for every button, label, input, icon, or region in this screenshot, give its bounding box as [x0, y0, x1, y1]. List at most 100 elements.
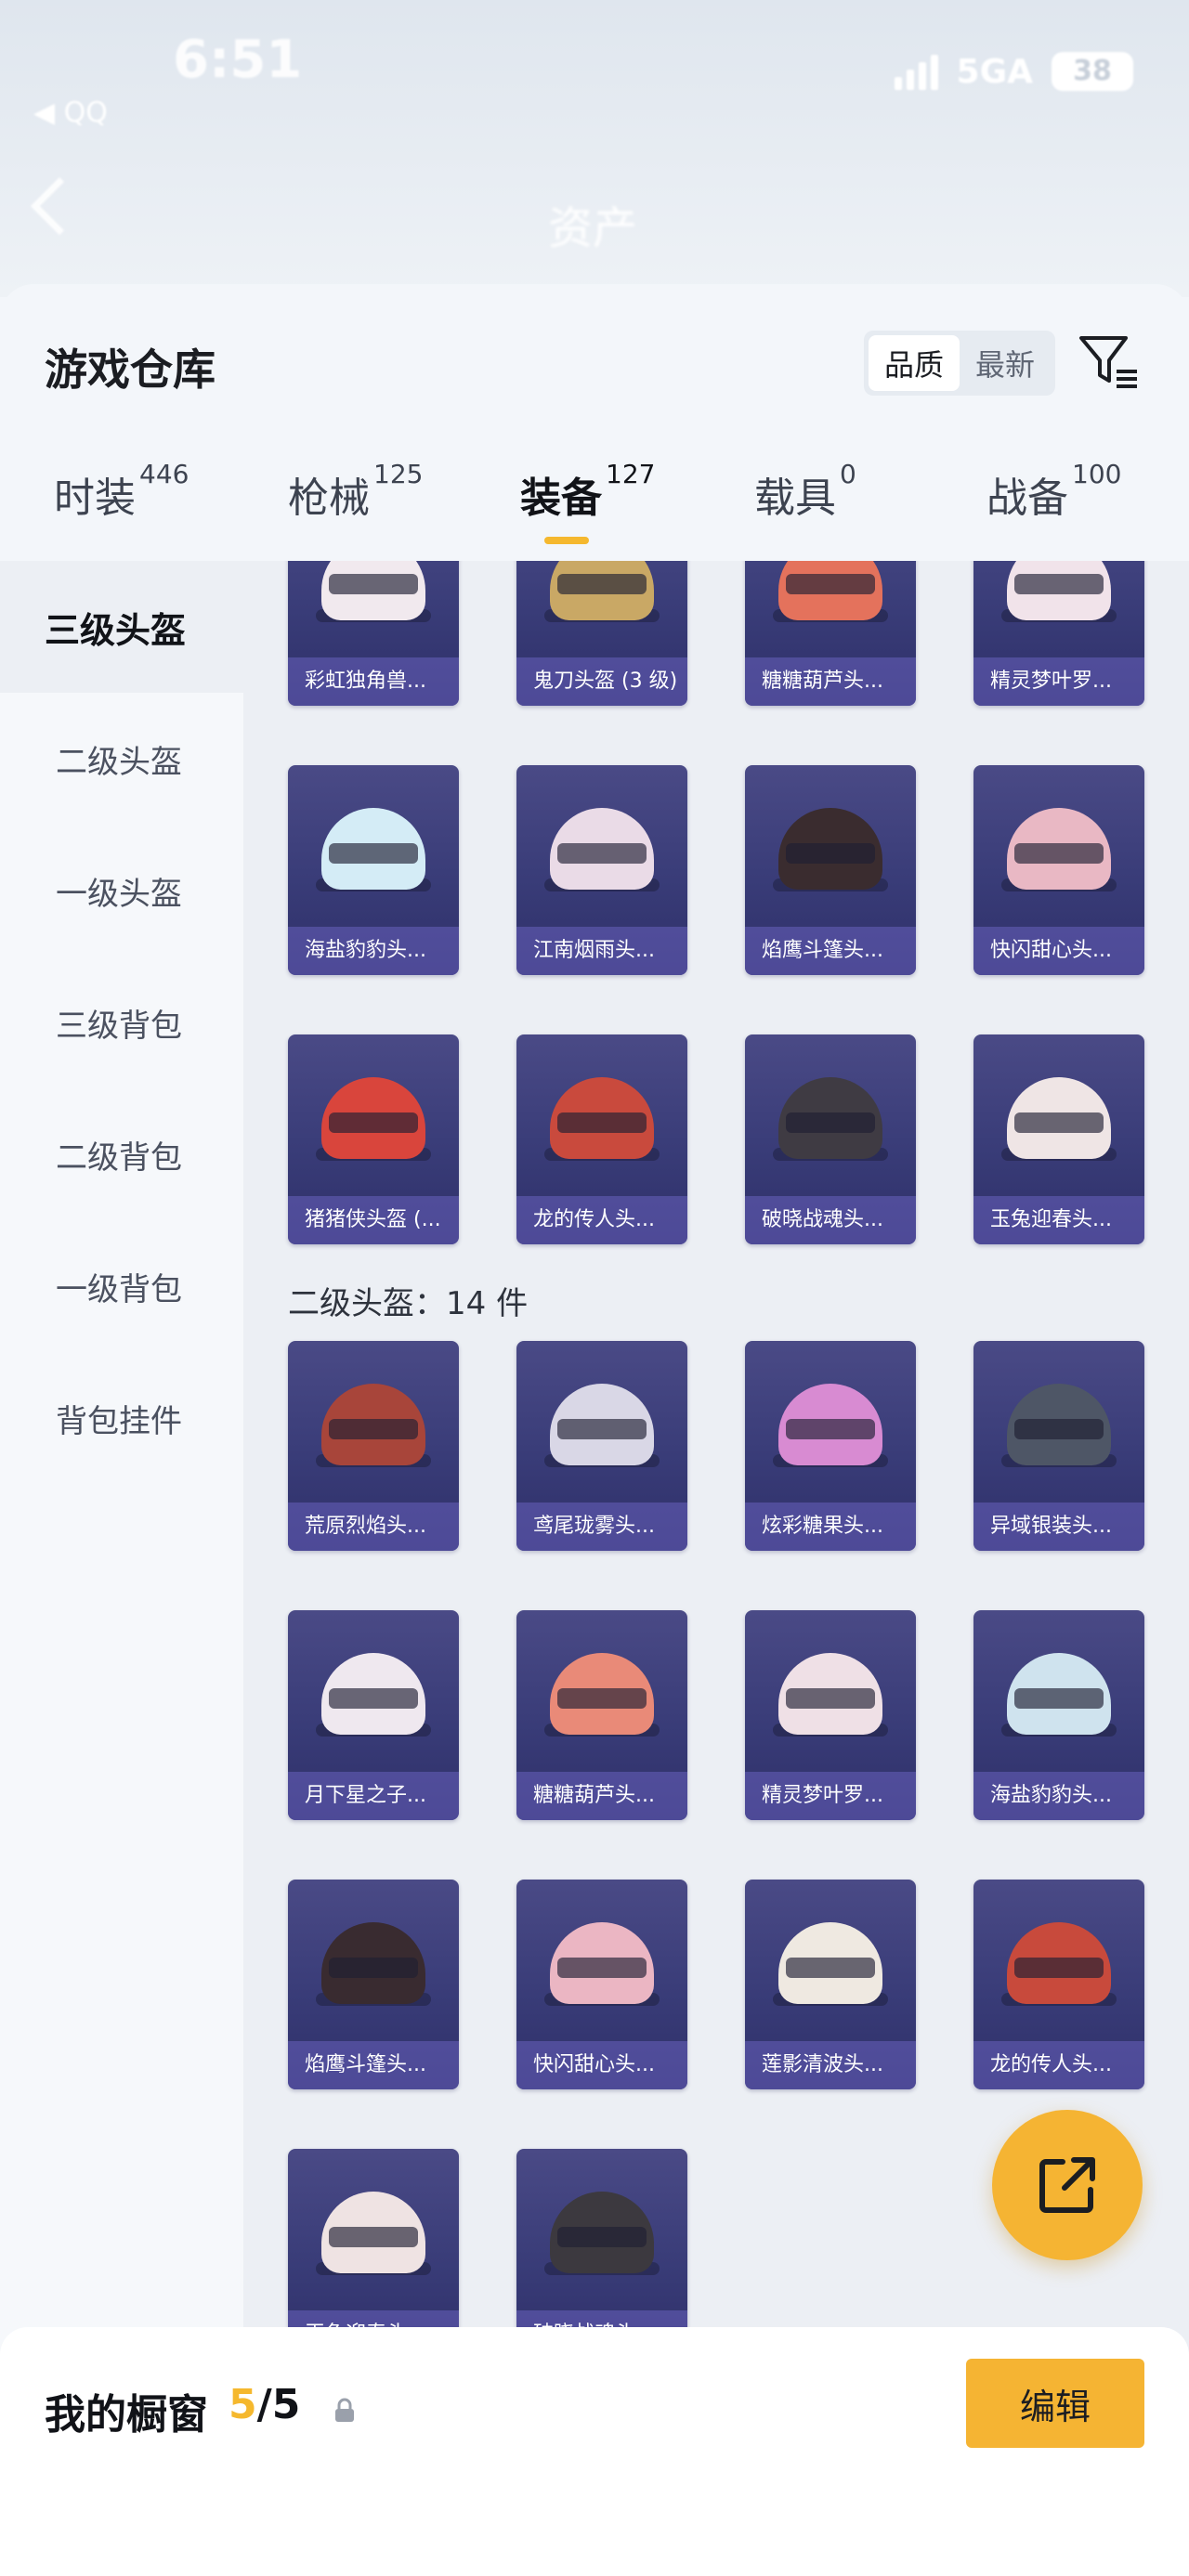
item-name: 焰鹰斗篷头...	[745, 927, 916, 975]
item-card[interactable]: 江南烟雨头...	[516, 765, 687, 975]
item-card[interactable]: 破晓战魂头...	[745, 1034, 916, 1244]
item-card[interactable]: 炫彩糖果头...	[745, 1341, 916, 1551]
showcase-count: 5/5	[229, 2381, 300, 2428]
helmet-icon	[773, 1376, 888, 1478]
tab-label: 时装	[54, 475, 136, 522]
sheet-title: 游戏仓库	[45, 345, 216, 395]
helmet-icon	[544, 1376, 660, 1478]
tab-vehicles[interactable]: 载具0	[754, 459, 856, 524]
helmet-icon	[773, 1070, 888, 1172]
item-card[interactable]: 焰鹰斗篷头...	[288, 1880, 459, 2089]
item-card[interactable]: 快闪甜心头...	[973, 765, 1144, 975]
item-name: 海盐豹豹头...	[288, 927, 459, 975]
item-card[interactable]: 糖糖葫芦头...	[745, 561, 916, 706]
sort-quality-option[interactable]: 品质	[869, 335, 960, 391]
tab-equipment[interactable]: 装备127	[520, 459, 655, 524]
sort-latest-option[interactable]: 最新	[960, 335, 1051, 391]
filter-icon[interactable]	[1076, 329, 1141, 394]
helmet-icon	[773, 1646, 888, 1748]
showcase-used: 5	[229, 2381, 257, 2428]
helmet-icon	[316, 1376, 431, 1478]
side-item-level1-helmet[interactable]: 一级头盔	[0, 825, 243, 956]
item-name: 鸢尾珑雾头...	[516, 1503, 687, 1551]
item-grid-area: 彩虹独角兽... 鬼刀头盔 (3 级) 糖糖葫芦头... 精灵梦叶罗... 海盐豹豹头.…	[243, 561, 1189, 2576]
item-card[interactable]: 焰鹰斗篷头...	[745, 765, 916, 975]
side-item-level3-backpack[interactable]: 三级背包	[0, 956, 243, 1088]
item-card[interactable]: 莲影清波头...	[745, 1880, 916, 2089]
item-name: 异域银装头...	[973, 1503, 1144, 1551]
item-card[interactable]: 荒原烈焰头...	[288, 1341, 459, 1551]
item-name: 月下星之子...	[288, 1772, 459, 1820]
lock-icon	[335, 2398, 354, 2422]
helmet-icon	[316, 1915, 431, 2017]
back-arrow-icon[interactable]	[30, 176, 89, 236]
item-card[interactable]: 月下星之子...	[288, 1610, 459, 1820]
side-item-level3-helmet[interactable]: 三级头盔	[0, 561, 243, 693]
helmet-icon	[773, 800, 888, 903]
helmet-icon	[1001, 1646, 1117, 1748]
helmet-icon	[544, 800, 660, 903]
tab-count: 100	[1072, 459, 1122, 489]
item-card[interactable]: 海盐豹豹头...	[973, 1610, 1144, 1820]
item-card[interactable]: 快闪甜心头...	[516, 1880, 687, 2089]
helmet-icon	[316, 1646, 431, 1748]
share-button[interactable]	[992, 2110, 1143, 2260]
helmet-icon	[544, 561, 660, 633]
tab-count: 125	[373, 459, 424, 489]
item-card[interactable]: 龙的传人头...	[973, 1880, 1144, 2089]
tab-label: 战备	[986, 475, 1068, 522]
helmet-icon	[544, 1070, 660, 1172]
item-name: 快闪甜心头...	[973, 927, 1144, 975]
item-card[interactable]: 玉兔迎春头...	[973, 1034, 1144, 1244]
tab-supplies[interactable]: 战备100	[986, 459, 1121, 524]
helmet-icon	[1001, 1915, 1117, 2017]
item-card[interactable]: 猪猪侠头盔 (...	[288, 1034, 459, 1244]
item-card[interactable]: 精灵梦叶罗...	[745, 1610, 916, 1820]
side-item-level2-backpack[interactable]: 二级背包	[0, 1088, 243, 1220]
tab-label: 载具	[754, 475, 836, 522]
edit-showcase-button[interactable]: 编辑	[966, 2359, 1144, 2448]
side-item-level1-backpack[interactable]: 一级背包	[0, 1220, 243, 1352]
item-name: 糖糖葫芦头...	[516, 1772, 687, 1820]
helmet-icon	[773, 561, 888, 633]
item-name: 莲影清波头...	[745, 2041, 916, 2089]
tab-firearms[interactable]: 枪械125	[288, 459, 423, 524]
helmet-icon	[544, 1915, 660, 2017]
tab-label: 装备	[520, 475, 602, 522]
showcase-total: /5	[256, 2381, 301, 2428]
network-label: 5GA	[956, 52, 1033, 91]
signal-icon	[894, 53, 938, 90]
item-card[interactable]: 糖糖葫芦头...	[516, 1610, 687, 1820]
item-name: 焰鹰斗篷头...	[288, 2041, 459, 2089]
subcategory-menu: 三级头盔 二级头盔 一级头盔 三级背包 二级背包 一级背包 背包挂件	[0, 561, 243, 2576]
tab-fashion[interactable]: 时装446	[54, 459, 189, 524]
tab-count: 446	[139, 459, 189, 489]
item-name: 江南烟雨头...	[516, 927, 687, 975]
item-card[interactable]: 海盐豹豹头...	[288, 765, 459, 975]
helmet-icon	[1001, 1376, 1117, 1478]
showcase-bar: 我的橱窗 5/5 编辑	[0, 2327, 1189, 2576]
helmet-icon	[1001, 800, 1117, 903]
back-to-qq-link[interactable]: ◀ QQ	[33, 97, 108, 129]
item-card[interactable]: 彩虹独角兽...	[288, 561, 459, 706]
helmet-icon	[316, 561, 431, 633]
sort-toggle: 品质 最新	[864, 331, 1055, 396]
active-tab-indicator	[544, 537, 589, 544]
item-card[interactable]: 异域银装头...	[973, 1341, 1144, 1551]
item-card[interactable]: 鸢尾珑雾头...	[516, 1341, 687, 1551]
side-item-level2-helmet[interactable]: 二级头盔	[0, 693, 243, 825]
item-name: 糖糖葫芦头...	[745, 657, 916, 706]
showcase-title: 我的橱窗	[45, 2391, 208, 2439]
item-card[interactable]: 龙的传人头...	[516, 1034, 687, 1244]
side-item-backpack-charm[interactable]: 背包挂件	[0, 1352, 243, 1484]
item-name: 破晓战魂头...	[745, 1196, 916, 1244]
item-name: 玉兔迎春头...	[973, 1196, 1144, 1244]
item-card[interactable]: 精灵梦叶罗...	[973, 561, 1144, 706]
helmet-icon	[544, 2184, 660, 2286]
battery-icon: 38	[1052, 52, 1133, 91]
item-card[interactable]: 鬼刀头盔 (3 级)	[516, 561, 687, 706]
category-tabs: 时装446 枪械125 装备127 载具0 战备100	[0, 433, 1189, 563]
app-header-backdrop: 6:51 ◀ QQ 5GA 38 资产	[0, 0, 1189, 297]
item-name: 精灵梦叶罗...	[973, 657, 1144, 706]
section-count: 14 件	[446, 1285, 529, 1322]
